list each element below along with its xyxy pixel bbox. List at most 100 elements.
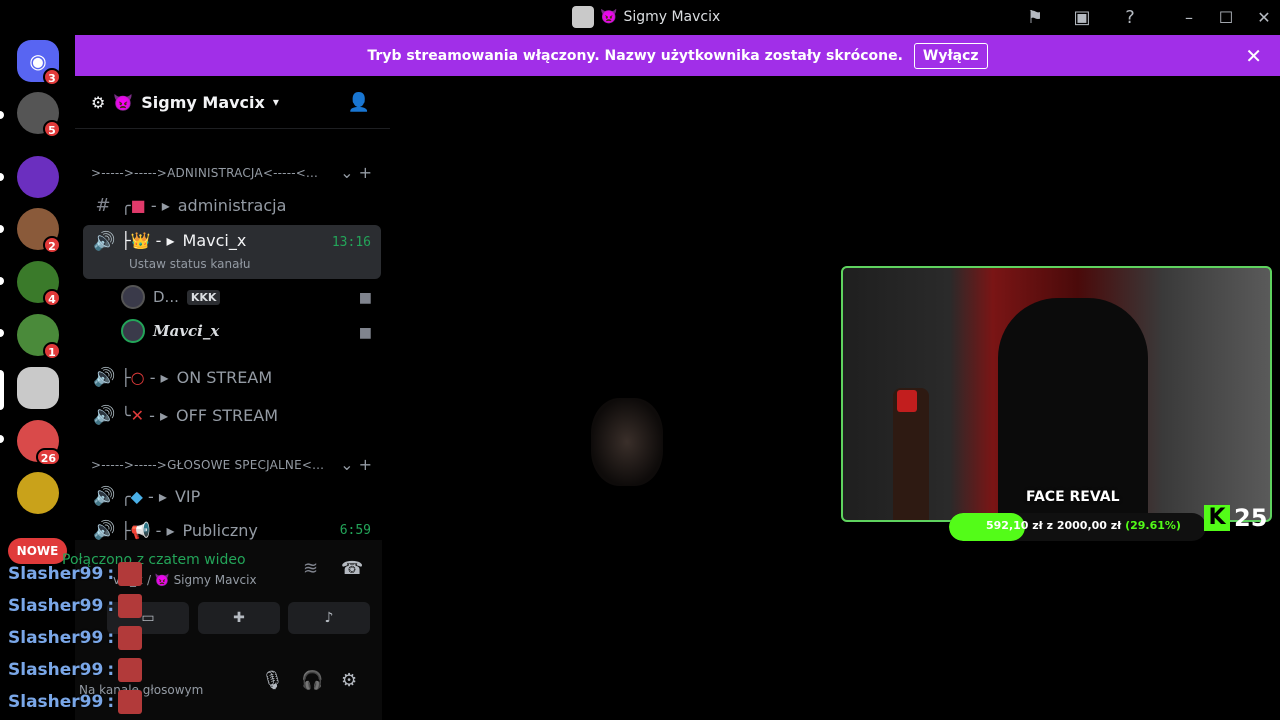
channel-label: OFF STREAM [176,405,279,425]
progress-percent: (29.61%) [1125,519,1181,532]
maximize-button[interactable]: ☐ [1215,7,1237,29]
channel-prefix: ├📢 - ▸ [121,520,175,540]
chat-line: Slasher99: [8,558,143,590]
help-icon[interactable]: ? [1119,7,1141,29]
inbox-icon[interactable]: ▣ [1071,7,1093,29]
unread-pill [0,225,4,233]
channel-off-stream[interactable]: 🔊 ╰✕ - ▸ OFF STREAM [83,397,381,433]
channel-label: administracja [177,195,287,215]
channel-label: Mavci_x [182,231,247,250]
video-camera-icon: ■ [358,325,372,341]
soundboard-icon: ♪ [324,610,334,626]
server-header[interactable]: ⚙ 👿 Sigmy Mavcix ▾ 👤 [75,76,390,129]
server-icon[interactable]: 4 [17,261,61,307]
unread-pill [0,329,4,337]
add-channel-icon[interactable]: ⌄ + [340,455,372,474]
emote-icon [118,562,143,586]
chat-sep: : [107,564,115,584]
voice-speaker-icon: 🔊 [93,366,116,388]
channel-label: Publiczny [182,520,258,540]
chat-line: Slasher99: [8,654,143,686]
microphone-icon[interactable]: 🎙 [261,670,284,691]
emote-icon [118,594,143,618]
donation-progress-bar: 592,10 zł z 2000,00 zł (29.61%) [949,513,1206,541]
discord-home-button[interactable]: ◉ 3 [17,40,61,86]
unread-pill [0,173,4,181]
banner-text: Tryb streamowania włączony. Nazwy użytko… [367,47,903,64]
unread-pill [0,435,4,443]
activities-button[interactable]: ✚ [198,602,280,634]
channel-vip[interactable]: 🔊 ╭◆ - ▸ VIP [83,478,381,514]
chat-sep: : [107,692,115,712]
flag-icon[interactable]: ⚑ [1024,7,1046,29]
channel-timer: 13:16 [331,235,371,250]
channel-label: ON STREAM [176,367,273,387]
noise-suppression-icon[interactable]: ≋ [303,558,318,579]
server-avatar [572,6,594,28]
webcam-tile[interactable] [841,266,1272,522]
notification-badge: 26 [35,448,61,466]
server-icon[interactable]: 1 [17,314,61,360]
server-icon[interactable]: 5 [17,92,61,138]
soundboard-button[interactable]: ♪ [288,602,370,634]
voice-speaker-icon: 🔊 [93,231,116,252]
server-icon[interactable] [17,367,59,409]
chat-overlay: Slasher99: Slasher99: Slasher99: Slasher… [8,558,143,718]
chat-line: Slasher99: [8,622,143,654]
settings-gear-icon[interactable]: ⚙ [341,670,357,691]
user-tag: KKK [186,289,221,305]
server-icon[interactable] [17,156,59,198]
minimize-button[interactable]: – [1178,7,1200,29]
invite-member-icon[interactable]: 👤 [348,92,370,113]
window-title: 👿 Sigmy Mavcix [572,6,720,28]
chat-user: Slasher99 [8,692,104,712]
video-camera-icon: ■ [358,290,372,306]
voice-user[interactable]: Mavci_x [121,319,219,343]
channel-timer: 6:59 [339,522,371,538]
title-text: Sigmy Mavcix [623,9,721,25]
hashtag-icon: # [95,194,111,216]
viewer-count: 25 [1234,504,1268,532]
selected-pill [0,370,4,410]
emote-icon [118,658,143,682]
chat-sep: : [107,660,115,680]
headphones-icon[interactable]: 🎧 [301,670,323,691]
avatar [121,319,145,343]
server-icon[interactable]: 2 [17,208,61,254]
channel-prefix: ╭◆ - ▸ [121,486,167,506]
server-icon[interactable] [17,472,59,514]
banner-close-icon[interactable]: ✕ [1245,44,1262,68]
channel-prefix: ├👑 - ▸ [121,231,175,250]
server-boost-icon: ⚙ [91,92,106,112]
title-emoji: 👿 [600,9,618,25]
chat-user: Slasher99 [8,596,104,616]
channel-mavci-x[interactable]: 🔊 ├👑 - ▸ Mavci_x 13:16 Ustaw status kana… [83,225,381,279]
close-window-button[interactable]: ✕ [1253,7,1275,29]
category-administracja[interactable]: >----->----->ADNINISTRACJA<-----<... [91,166,318,180]
emote-icon [118,626,143,650]
voice-speaker-icon: 🔊 [93,404,116,426]
username: D... [153,288,179,306]
disable-streamer-mode-button[interactable]: Wyłącz [913,42,988,69]
kick-logo-icon: K [1204,505,1230,531]
channel-administracja[interactable]: # ╭■ - ▸ administracja [83,187,381,223]
notification-badge: 1 [43,342,61,360]
category-glosowe[interactable]: >----->----->GŁOSOWE SPECJALNE<... [91,458,324,472]
disconnect-icon[interactable]: ☎ [341,558,363,579]
server-icon[interactable]: 26 [17,420,61,466]
overlay-title: FACE REVAL [1026,489,1120,505]
main-video-person [591,398,663,486]
chat-sep: : [107,628,115,648]
channel-prefix: ╭■ - ▸ [121,195,170,215]
add-channel-icon[interactable]: ⌄ + [340,163,372,182]
server-emoji: 👿 [113,92,134,112]
channel-on-stream[interactable]: 🔊 ├○ - ▸ ON STREAM [83,359,381,395]
channel-label: VIP [174,486,201,506]
avatar [121,285,145,309]
channel-status[interactable]: Ustaw status kanału [129,257,250,271]
chat-user: Slasher99 [8,628,104,648]
chat-user: Slasher99 [8,660,104,680]
unread-pill [0,277,4,285]
notification-badge: 5 [43,120,61,138]
voice-user[interactable]: D... KKK [121,285,221,309]
